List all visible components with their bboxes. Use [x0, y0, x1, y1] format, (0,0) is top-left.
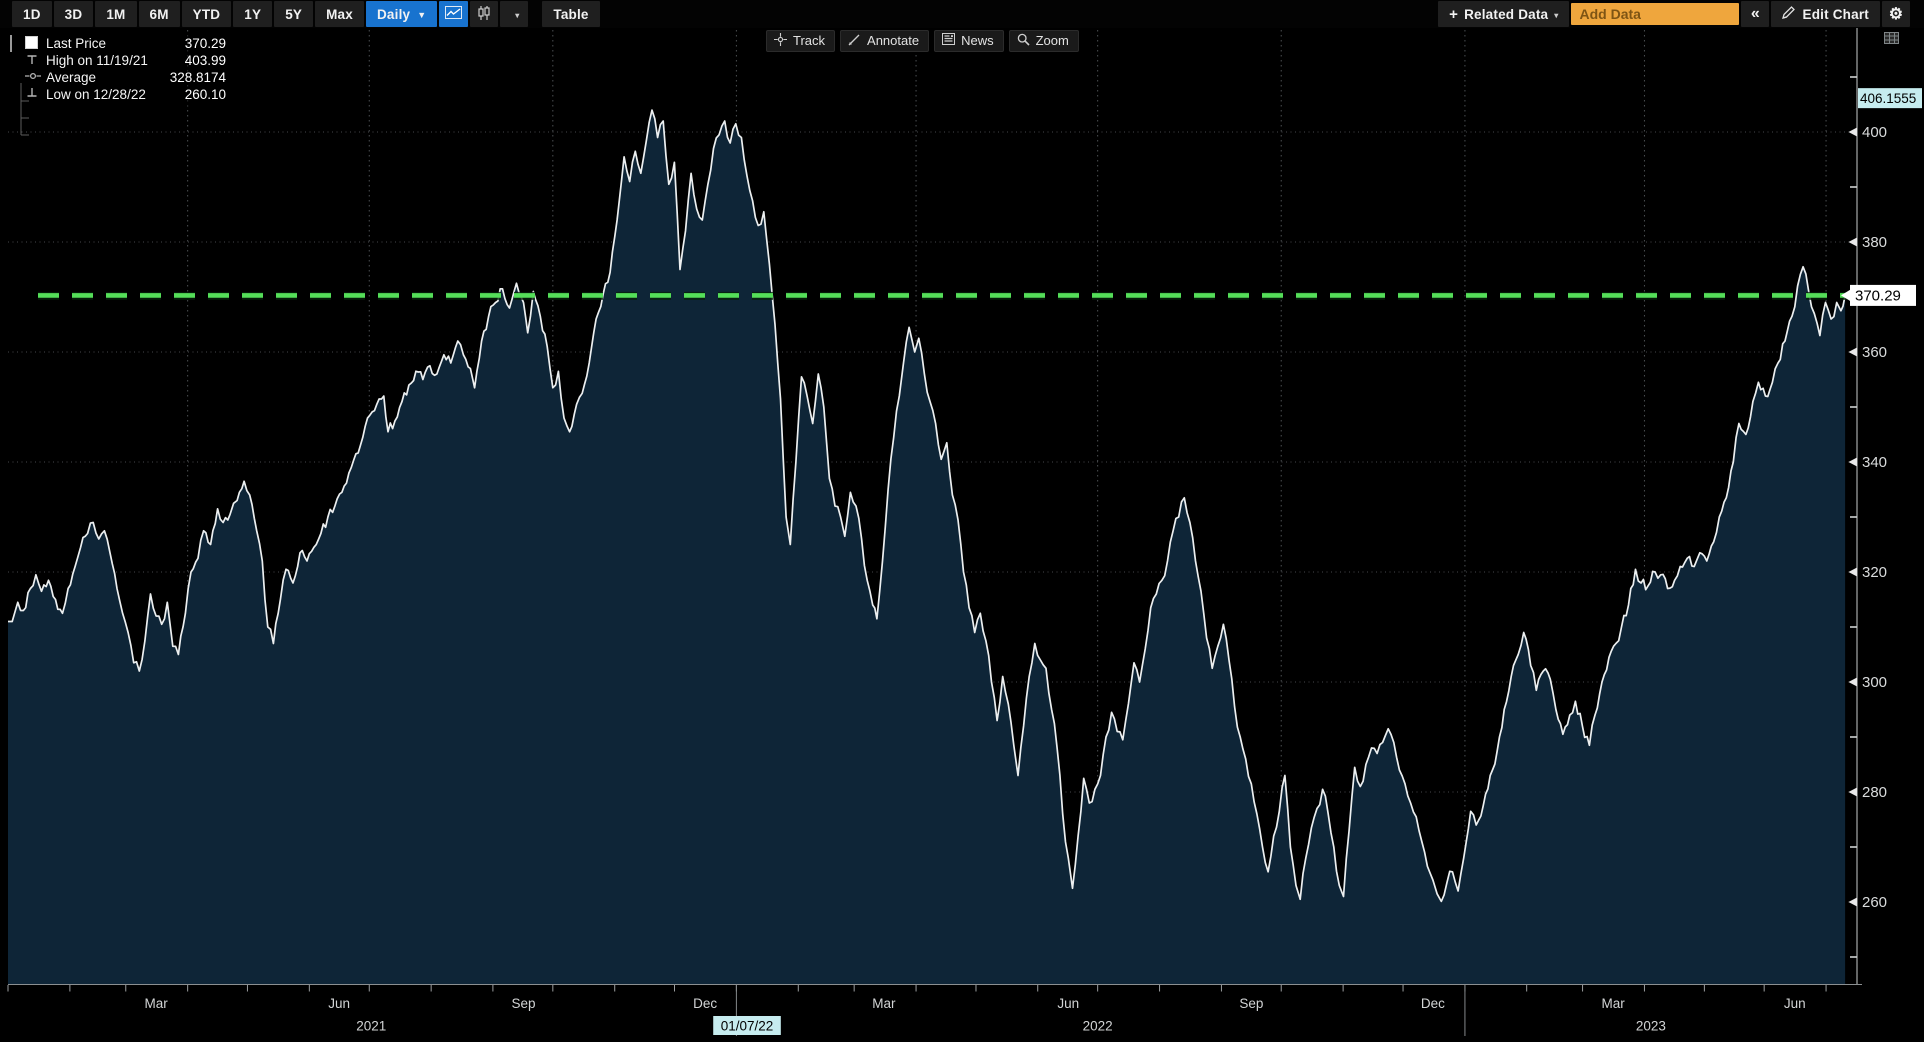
svg-text:300: 300 — [1862, 674, 1887, 691]
legend-value: 370.29 — [184, 36, 226, 51]
x-axis: Mar Jun Sep Dec Mar Jun Sep Dec Mar Jun 2021 01/07/… — [7, 985, 1827, 1036]
toolbar-left-pad — [0, 0, 12, 28]
legend-value: 260.10 — [184, 87, 226, 102]
gear-icon: ⚙ — [1888, 6, 1904, 23]
svg-text:Mar: Mar — [144, 996, 168, 1011]
svg-text:380: 380 — [1862, 234, 1887, 251]
svg-text:Jun: Jun — [1784, 996, 1806, 1011]
edit-chart-button[interactable]: Edit Chart — [1771, 1, 1880, 27]
legend-row-average[interactable]: Average 328.8174 — [8, 69, 232, 86]
legend-row-low-on-12-28-22[interactable]: Low on 12/28/22 260.10 — [8, 86, 232, 103]
svg-text:360: 360 — [1862, 344, 1887, 361]
zoom-icon — [1017, 33, 1030, 49]
pencil-icon — [1782, 6, 1796, 22]
legend-label: Low on 12/28/22 — [46, 87, 146, 102]
range-3d-button[interactable]: 3D — [53, 1, 94, 27]
chart-tools-bar: Track Annotate News Zoom — [766, 30, 1079, 52]
svg-text:400: 400 — [1862, 124, 1887, 141]
svg-text:340: 340 — [1862, 454, 1887, 471]
news-icon — [942, 33, 956, 48]
y-axis: 400 380 360 340 320 300 280 260 — [1848, 76, 1887, 958]
range-1y-button[interactable]: 1Y — [233, 1, 273, 27]
legend-label: Average — [46, 70, 97, 85]
table-button[interactable]: Table — [542, 1, 600, 27]
svg-text:01/07/22: 01/07/22 — [721, 1019, 774, 1034]
legend-value: 328.8174 — [169, 70, 226, 85]
svg-text:Jun: Jun — [1057, 996, 1079, 1011]
annotate-tool-button[interactable]: Annotate — [840, 30, 930, 52]
candlestick-icon — [477, 5, 491, 23]
chevron-down-icon: ▼ — [417, 10, 427, 20]
low-marker-icon — [25, 87, 46, 102]
svg-text:2022: 2022 — [1083, 1019, 1113, 1034]
last-price-reference-line — [38, 291, 1847, 300]
chart-type-dropdown[interactable]: ▾ — [500, 1, 529, 27]
range-max-button[interactable]: Max — [315, 1, 364, 27]
svg-text:2021: 2021 — [356, 1019, 386, 1034]
svg-text:Sep: Sep — [1239, 996, 1263, 1011]
range-5y-button[interactable]: 5Y — [274, 1, 314, 27]
price-series — [8, 109, 1846, 985]
axis-highlight-label: 406.1555 — [1858, 88, 1922, 109]
legend-row-last-price[interactable]: Last Price 370.29 — [8, 35, 232, 52]
svg-text:Jun: Jun — [328, 996, 350, 1011]
legend-label: High on 11/19/21 — [46, 53, 148, 68]
zoom-tool-button[interactable]: Zoom — [1008, 30, 1079, 52]
edit-chart-label: Edit Chart — [1802, 6, 1869, 22]
range-button-group: 1D 3D 1M 6M YTD 1Y 5Y Max — [12, 0, 366, 28]
svg-text:406.1555: 406.1555 — [1860, 91, 1916, 106]
high-marker-icon — [25, 53, 46, 68]
svg-text:370.29: 370.29 — [1855, 287, 1901, 304]
track-tool-button[interactable]: Track — [766, 30, 836, 52]
average-marker-icon — [25, 70, 46, 85]
range-1d-button[interactable]: 1D — [12, 1, 52, 27]
price-chart[interactable]: 400 380 360 340 320 300 280 260 406.1555 370.29 Ma… — [0, 0, 1924, 1042]
legend-expander-icon[interactable] — [8, 35, 25, 52]
swatch-marker-icon — [25, 35, 46, 52]
news-tool-button[interactable]: News — [934, 30, 1004, 52]
top-toolbar: 1D 3D 1M 6M YTD 1Y 5Y Max Daily ▼ ▾ Table + Rel… — [0, 0, 1924, 28]
svg-text:260: 260 — [1862, 894, 1887, 911]
double-chevron-left-icon: « — [1750, 5, 1761, 22]
annotate-icon — [848, 33, 861, 49]
legend-value: 403.99 — [184, 53, 226, 68]
legend-rows: Last Price 370.29 High on 11/19/21 403.99 Av… — [8, 35, 232, 103]
chart-legend: Last Price 370.29 High on 11/19/21 403.99 Av… — [8, 33, 232, 136]
svg-text:280: 280 — [1862, 784, 1887, 801]
svg-text:Mar: Mar — [872, 996, 896, 1011]
add-data-input[interactable] — [1571, 3, 1740, 25]
line-chart-icon — [445, 6, 463, 22]
legend-label: Last Price — [46, 36, 107, 51]
legend-row-high-on-11-19-21[interactable]: High on 11/19/21 403.99 — [8, 52, 232, 69]
line-chart-type-button[interactable] — [439, 1, 469, 27]
related-data-label: Related Data — [1464, 6, 1549, 22]
toolbar-right-pad — [1912, 0, 1924, 28]
period-dropdown[interactable]: Daily ▼ — [365, 1, 438, 27]
range-1m-button[interactable]: 1M — [95, 1, 137, 27]
last-price-axis-box: 370.29 — [1841, 284, 1916, 306]
candlestick-chart-type-button[interactable] — [470, 1, 499, 27]
toolbar-gap — [530, 0, 542, 28]
collapse-panel-button[interactable]: « — [1741, 1, 1770, 27]
svg-text:320: 320 — [1862, 564, 1887, 581]
plus-icon: + — [1449, 5, 1459, 23]
range-6m-button[interactable]: 6M — [138, 1, 180, 27]
related-data-button[interactable]: + Related Data ▾ — [1438, 1, 1570, 27]
svg-text:2023: 2023 — [1636, 1019, 1666, 1034]
detach-grid-icon[interactable] — [1884, 31, 1899, 49]
svg-text:Dec: Dec — [1421, 996, 1445, 1011]
chevron-down-icon: ▾ — [515, 10, 520, 20]
svg-text:Mar: Mar — [1602, 996, 1626, 1011]
track-icon — [774, 32, 787, 49]
chart-application-window: 400 380 360 340 320 300 280 260 406.1555 370.29 Ma… — [0, 0, 1924, 1042]
svg-text:Sep: Sep — [511, 996, 535, 1011]
period-dropdown-label: Daily — [376, 6, 411, 22]
range-ytd-button[interactable]: YTD — [181, 1, 232, 27]
table-button-label: Table — [553, 6, 589, 22]
svg-text:Dec: Dec — [693, 996, 717, 1011]
chevron-down-icon: ▾ — [1554, 10, 1559, 20]
settings-button[interactable]: ⚙ — [1882, 1, 1910, 27]
